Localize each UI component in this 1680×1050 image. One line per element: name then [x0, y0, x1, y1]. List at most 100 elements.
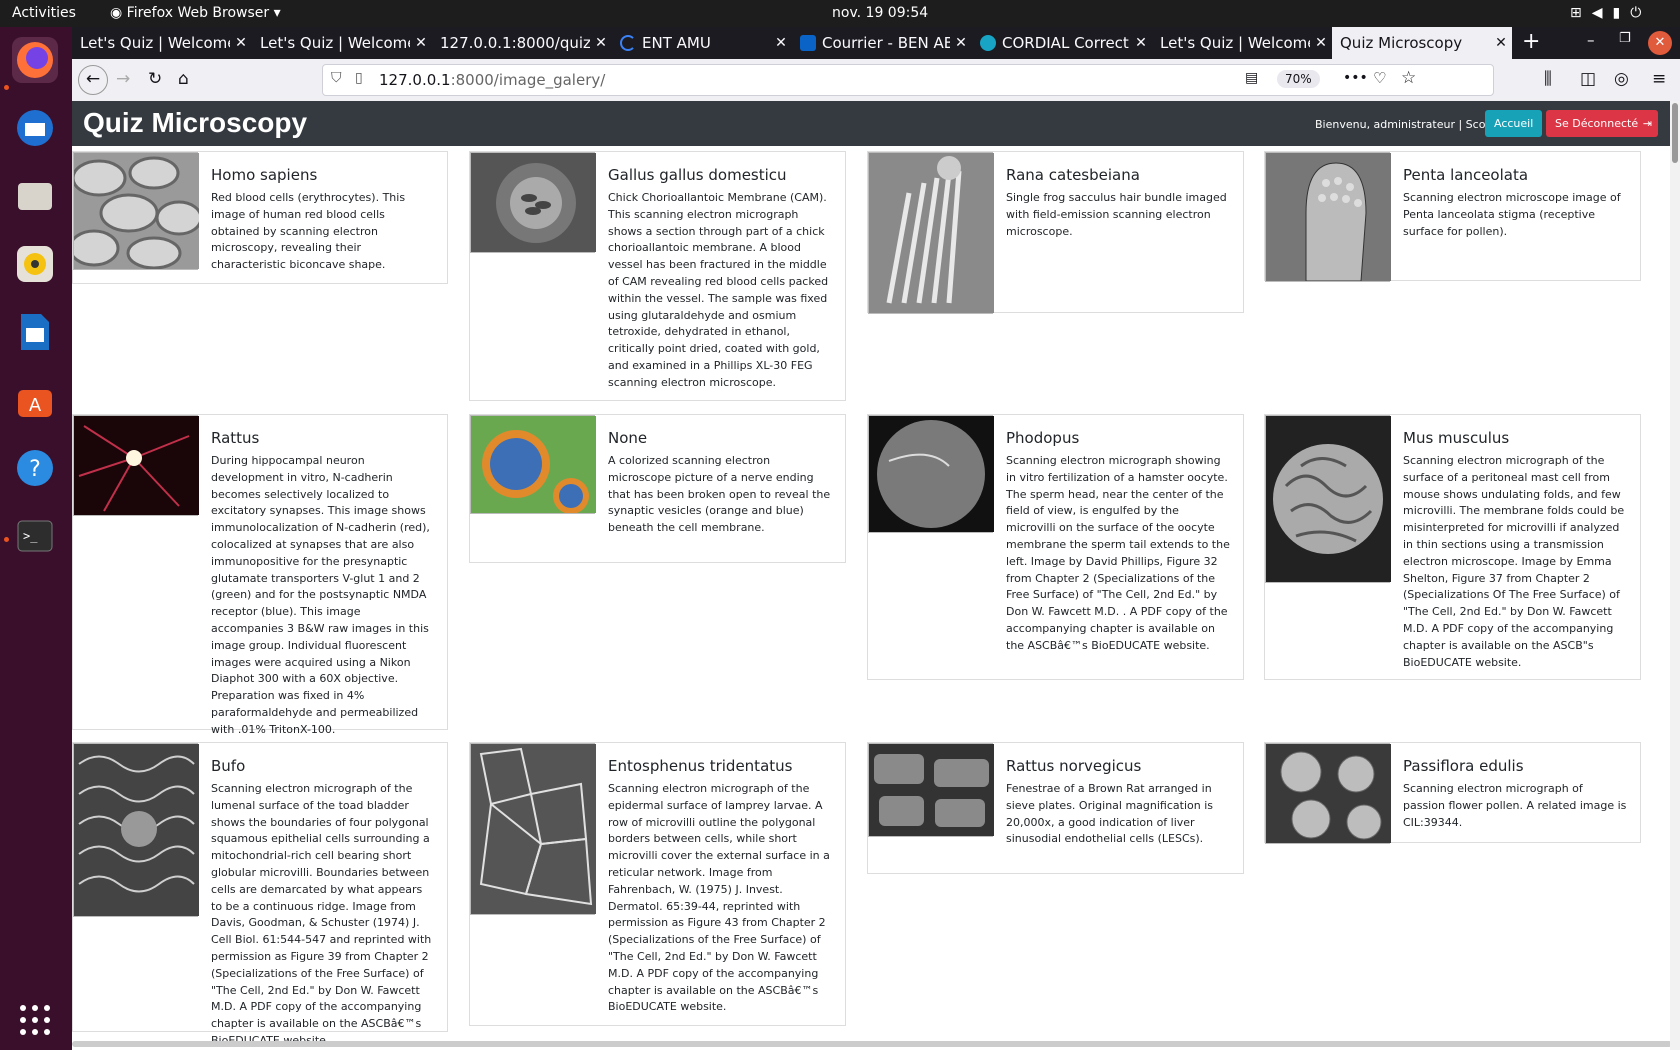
card-title: Rana catesbeiana — [1006, 166, 1140, 184]
tab[interactable]: CORDIAL Correct ✕ — [972, 27, 1152, 59]
activities-button[interactable]: Activities — [12, 5, 76, 21]
card-image[interactable] — [1265, 415, 1391, 583]
firefox-small-icon: ◉ — [110, 5, 123, 21]
card-image[interactable] — [868, 415, 994, 533]
gallery-card[interactable]: None A colorized scanning electron micro… — [469, 414, 846, 563]
url-host: 127.0.0.1 — [379, 71, 451, 89]
gallery-card[interactable]: Mus musculus Scanning electron micrograp… — [1264, 414, 1641, 680]
card-title: Penta lanceolata — [1403, 166, 1529, 184]
app-grid-icon[interactable] — [12, 997, 58, 1043]
home-icon[interactable]: ⌂ — [178, 69, 189, 89]
rhythmbox-icon[interactable] — [12, 241, 58, 287]
account-icon[interactable]: ◎ — [1614, 69, 1629, 89]
pocket-icon[interactable]: ♡ — [1373, 69, 1386, 87]
minimize-icon[interactable]: – — [1587, 31, 1595, 49]
reload-icon[interactable]: ↻ — [148, 69, 162, 89]
app-name: Firefox Web Browser — [126, 5, 270, 21]
card-description: Red blood cells (erythrocytes). This ima… — [211, 191, 406, 272]
card-description: During hippocampal neuron development in… — [211, 454, 430, 736]
web-page: Quiz Microscopy Bienvenu, administrateur… — [72, 101, 1680, 1050]
window-close-icon[interactable]: ✕ — [1648, 31, 1672, 55]
thunderbird-icon[interactable] — [12, 105, 58, 151]
card-image[interactable] — [1265, 743, 1391, 844]
close-icon[interactable]: ✕ — [770, 35, 792, 51]
vertical-scrollbar[interactable] — [1670, 101, 1680, 1050]
sidebar-icon[interactable]: ◫ — [1580, 69, 1596, 89]
card-image[interactable] — [73, 415, 199, 516]
gallery-card[interactable]: Entosphenus tridentatus Scanning electro… — [469, 742, 846, 1026]
close-icon[interactable]: ✕ — [1130, 35, 1152, 51]
scrollbar-thumb[interactable] — [1672, 103, 1678, 163]
card-image[interactable] — [470, 415, 596, 514]
running-indicator — [4, 537, 9, 542]
gallery-card[interactable]: Phodopus Scanning electron micrograph sh… — [867, 414, 1244, 680]
tab-active[interactable]: Quiz Microscopy ✕ — [1332, 27, 1512, 59]
logout-label: Se Déconnecté — [1555, 117, 1639, 130]
outlook-icon — [800, 35, 816, 51]
logout-button[interactable]: Se Déconnecté ⇥ — [1546, 110, 1659, 137]
back-icon[interactable]: ← — [78, 65, 108, 95]
shield-icon[interactable]: ⛉ — [331, 70, 342, 86]
maximize-icon[interactable]: ❐ — [1619, 31, 1631, 46]
page-icon: ▯ — [355, 70, 363, 86]
svg-text:>_: >_ — [23, 529, 38, 543]
more-actions-icon[interactable]: ••• — [1343, 70, 1368, 86]
zoom-indicator[interactable]: 70% — [1277, 70, 1320, 88]
gallery-card[interactable]: Penta lanceolata Scanning electron micro… — [1264, 151, 1641, 282]
close-icon[interactable]: ✕ — [230, 35, 252, 51]
gallery-card[interactable]: Rattus During hippocampal neuron develop… — [72, 414, 448, 736]
app-menu[interactable]: ◉ Firefox Web Browser ▾ — [110, 5, 281, 21]
tab[interactable]: Let's Quiz | Welcome ✕ — [252, 27, 432, 59]
reader-view-icon[interactable]: ▤ — [1245, 70, 1258, 86]
software-center-icon[interactable]: A — [12, 377, 58, 423]
tab[interactable]: Let's Quiz | Welcome ✕ — [72, 27, 252, 59]
url-text[interactable]: 127.0.0.1:8000/image_galery/ — [379, 71, 605, 89]
tab[interactable]: ENT AMU ✕ — [612, 27, 792, 59]
home-button[interactable]: Accueil — [1485, 110, 1543, 137]
card-title: None — [608, 429, 648, 447]
card-image[interactable] — [868, 743, 994, 837]
bookmark-star-icon[interactable]: ☆ — [1401, 68, 1416, 88]
horizontal-scrollbar[interactable] — [72, 1041, 1672, 1047]
help-icon[interactable]: ? — [12, 445, 58, 491]
menu-icon[interactable]: ≡ — [1652, 69, 1666, 89]
forward-icon[interactable]: → — [116, 69, 130, 89]
system-tray[interactable]: ⊞◀▮⏻ — [1570, 5, 1651, 21]
running-indicator — [4, 85, 9, 90]
url-bar[interactable]: ⛉ ▯ 127.0.0.1:8000/image_galery/ ▤ 70% •… — [322, 64, 1494, 96]
card-image[interactable] — [72, 152, 203, 270]
files-icon[interactable] — [12, 173, 58, 219]
tab-label: 127.0.0.1:8000/quiz_ — [440, 34, 590, 52]
site-title[interactable]: Quiz Microscopy — [83, 107, 307, 139]
card-image[interactable] — [470, 152, 596, 253]
gallery-card[interactable]: Gallus gallus domesticu Chick Chorioalla… — [469, 151, 846, 401]
terminal-icon[interactable]: >_ — [12, 513, 58, 559]
gallery-card[interactable]: Homo sapiens Red blood cells (erythrocyt… — [72, 151, 448, 284]
tab-label: Let's Quiz | Welcome — [80, 34, 230, 52]
tab[interactable]: Courrier - BEN AB ✕ — [792, 27, 972, 59]
firefox-icon[interactable] — [12, 37, 58, 83]
libreoffice-writer-icon[interactable] — [12, 309, 58, 355]
card-image[interactable] — [868, 152, 994, 314]
gallery-card[interactable]: Passiflora edulis Scanning electron micr… — [1264, 742, 1641, 844]
close-icon[interactable]: ✕ — [950, 35, 972, 51]
system-top-bar: Activities ◉ Firefox Web Browser ▾ nov. … — [0, 0, 1680, 27]
tab[interactable]: 127.0.0.1:8000/quiz_ ✕ — [432, 27, 612, 59]
gallery-card[interactable]: Rana catesbeiana Single frog sacculus ha… — [867, 151, 1244, 314]
card-image[interactable] — [73, 743, 199, 917]
loading-icon — [620, 35, 636, 51]
card-image[interactable] — [1265, 152, 1391, 282]
gallery-card[interactable]: Bufo Scanning electron micrograph of the… — [72, 742, 448, 1047]
card-description: Scanning electron micrograph of the epid… — [608, 782, 830, 1014]
close-icon[interactable]: ✕ — [410, 35, 432, 51]
card-image[interactable] — [470, 743, 596, 915]
gallery-card[interactable]: Rattus norvegicus Fenestrae of a Brown R… — [867, 742, 1244, 874]
tab[interactable]: Let's Quiz | Welcome ✕ — [1152, 27, 1332, 59]
close-icon[interactable]: ✕ — [1490, 35, 1512, 51]
close-icon[interactable]: ✕ — [590, 35, 612, 51]
new-tab-icon[interactable]: + — [1522, 29, 1540, 54]
close-icon[interactable]: ✕ — [1310, 35, 1332, 51]
library-icon[interactable]: ⫼ — [1544, 69, 1552, 89]
clock[interactable]: nov. 19 09:54 — [832, 5, 928, 21]
card-description: Scanning electron micrograph of the lume… — [211, 782, 432, 1047]
